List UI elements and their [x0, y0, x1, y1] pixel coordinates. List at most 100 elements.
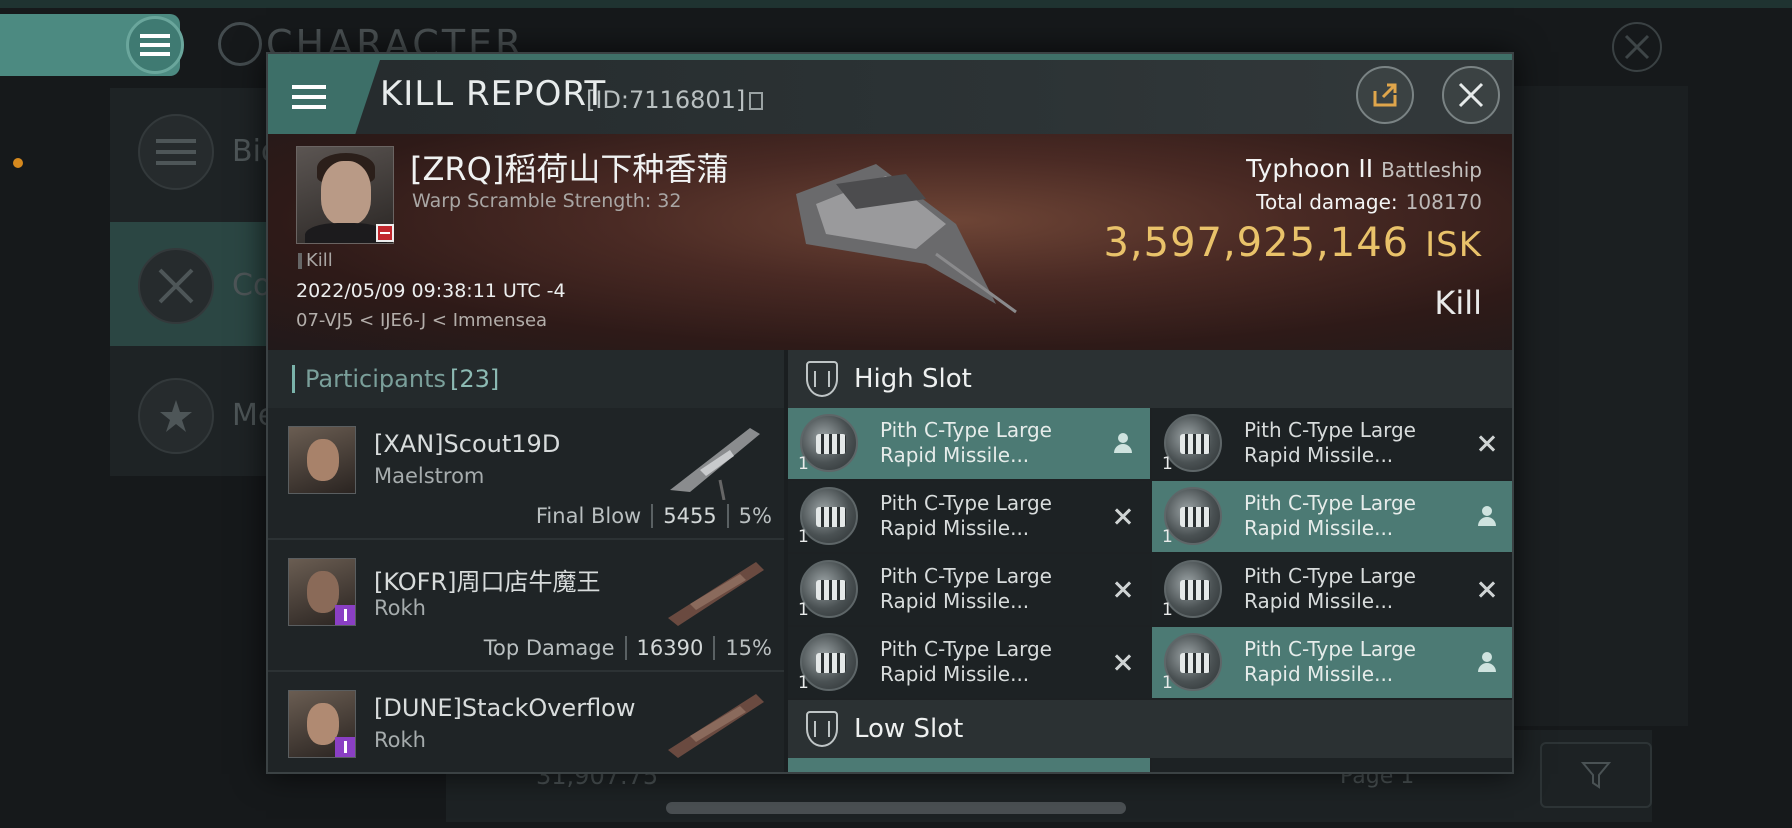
- participant-stats: Top Damage 16390 15%: [484, 636, 772, 660]
- slot-item[interactable]: [1152, 758, 1512, 772]
- slot-qty: 1: [1162, 527, 1173, 547]
- slot-item[interactable]: 1 Pith C-Type Large Rapid Missile...: [1152, 481, 1512, 552]
- fitting-panel: High Slot 1 Pith C-Type Large Rapid Missi…: [788, 350, 1512, 772]
- participant-row[interactable]: [XAN]Scout19D Maelstrom Final Blow 5455 5%: [268, 408, 784, 540]
- participant-percent: 15%: [725, 636, 772, 660]
- slot-item[interactable]: 1 Pith C-Type Large Rapid Missile...: [1152, 554, 1512, 625]
- slot-qty: 1: [1162, 454, 1173, 474]
- top-strip: [0, 0, 1792, 8]
- participants-panel: Participants [23] [XAN]Scout19D Maelstrom…: [268, 350, 784, 772]
- low-slot-icon: [806, 711, 838, 747]
- high-slot-grid: 1 Pith C-Type Large Rapid Missile... 1 Pit…: [788, 408, 1512, 698]
- filter-icon: [1581, 762, 1611, 789]
- filter-button[interactable]: [1540, 742, 1652, 808]
- victim-subtitle: Warp Scramble Strength: 32: [412, 190, 682, 212]
- scroll-indicator[interactable]: [666, 802, 1126, 814]
- modal-menu-button[interactable]: [268, 60, 380, 134]
- participant-row[interactable]: [DUNE]StackOverflow Rokh: [268, 672, 784, 772]
- isk-amount: 3,597,925,146: [1103, 220, 1410, 266]
- slot-item[interactable]: 1 Pith C-Type Large Rapid Missile...: [788, 408, 1150, 479]
- destroyed-badge-icon: [376, 224, 394, 242]
- victim-location[interactable]: 07-VJ5 < IJE6-J < Immensea: [296, 310, 547, 331]
- copy-icon[interactable]: [749, 92, 764, 110]
- app-menu-button[interactable]: [126, 16, 184, 74]
- menu-icon: [140, 34, 170, 56]
- report-id[interactable]: [ID:7116801]: [586, 86, 764, 114]
- slot-item-name: Pith C-Type Large Rapid Missile...: [1244, 637, 1416, 686]
- participants-count: [23]: [449, 365, 500, 393]
- participant-damage: 16390: [636, 636, 704, 660]
- slot-item[interactable]: 1 Pith C-Type Large Rapid Missile...: [1152, 408, 1512, 479]
- slot-item-name: Pith C-Type Large Rapid Missile...: [880, 418, 1052, 467]
- participant-ship: Rokh: [374, 728, 426, 752]
- slot-item-name: Pith C-Type Large Rapid Missile...: [1244, 564, 1416, 613]
- destroyed-icon: [1112, 578, 1134, 600]
- avatar: [288, 690, 356, 758]
- slot-qty: 1: [798, 454, 809, 474]
- destroyed-icon: [1476, 432, 1498, 454]
- participant-row[interactable]: [KOFR]周口店牛魔王 Rokh Top Damage 16390 15%: [268, 540, 784, 672]
- high-slot-header: High Slot: [788, 350, 1512, 408]
- slot-qty: 1: [798, 527, 809, 547]
- destroyed-icon: [1476, 578, 1498, 600]
- share-button[interactable]: [1356, 66, 1414, 124]
- participant-name: [DUNE]StackOverflow: [374, 694, 636, 722]
- slot-item-name: Pith C-Type Large Rapid Missile...: [1244, 491, 1416, 540]
- info-badge-icon: [335, 737, 355, 757]
- slot-qty: 1: [1162, 673, 1173, 693]
- slot-item-name: Pith C-Type Large Rapid Missile...: [880, 637, 1052, 686]
- ship-type[interactable]: Typhoon II Battleship: [1246, 154, 1482, 183]
- slot-item[interactable]: 1 Pith C-Type Large Rapid Missile...: [1152, 627, 1512, 698]
- low-slot-header: Low Slot: [788, 700, 1512, 758]
- avatar: [288, 426, 356, 494]
- participant-name: [KOFR]周口店牛魔王: [374, 568, 601, 596]
- share-icon: [1373, 83, 1397, 107]
- slot-qty: 1: [1162, 600, 1173, 620]
- participant-ship: Maelstrom: [374, 464, 485, 488]
- close-icon: [1624, 34, 1650, 60]
- kill-report-modal: KILL REPORT [ID:7116801] [ZRQ]稻荷山下种香蒲 Wa…: [266, 52, 1514, 774]
- slot-item[interactable]: 1 Pith C-Type Large Rapid Missile...: [788, 481, 1150, 552]
- victim-banner: [ZRQ]稻荷山下种香蒲 Warp Scramble Strength: 32 …: [268, 134, 1512, 350]
- slot-item[interactable]: 1 Pith C-Type Large Rapid Missile...: [788, 554, 1150, 625]
- participant-percent: 5%: [738, 504, 772, 528]
- participants-header: Participants [23]: [268, 350, 784, 408]
- high-slot-label: High Slot: [854, 364, 972, 394]
- isk-value: 3,597,925,146 ISK: [1103, 220, 1482, 266]
- slot-item[interactable]: 1 Pith C-Type Large Rapid Missile...: [788, 627, 1150, 698]
- participant-ship-image: [668, 562, 764, 626]
- slot-item-name: Pith C-Type Large Rapid Missile...: [880, 491, 1052, 540]
- background-close-button[interactable]: [1612, 22, 1662, 72]
- participant-damage: 5455: [663, 504, 717, 528]
- victim-name[interactable]: [ZRQ]稻荷山下种香蒲: [410, 144, 728, 190]
- vitruvian-icon: [218, 22, 262, 66]
- menu-icon: [292, 85, 326, 109]
- dropped-icon: [1112, 432, 1134, 454]
- destroyed-icon: [1112, 505, 1134, 527]
- participant-stats: Final Blow 5455 5%: [536, 504, 772, 528]
- low-slot-label: Low Slot: [854, 714, 964, 744]
- slot-item-name: Pith C-Type Large Rapid Missile...: [880, 564, 1052, 613]
- participant-ship: Rokh: [374, 596, 426, 620]
- participant-name: [XAN]Scout19D: [374, 430, 561, 458]
- total-damage: Total damage: 108170: [1256, 190, 1482, 214]
- ship-image: [796, 164, 1017, 314]
- modal-title: KILL REPORT: [380, 74, 607, 114]
- participant-ship-image: [670, 428, 760, 500]
- destroyed-icon: [1112, 651, 1134, 673]
- victim-tag: Kill: [298, 250, 333, 271]
- participant-ship-image: [668, 694, 764, 758]
- isk-unit: ISK: [1425, 225, 1482, 265]
- star-icon: [138, 378, 214, 454]
- participant-role: Final Blow: [535, 504, 642, 528]
- slot-item[interactable]: [788, 758, 1150, 772]
- dropped-icon: [1476, 505, 1498, 527]
- crossed-swords-icon: [138, 248, 214, 324]
- slot-item-name: Pith C-Type Large Rapid Missile...: [1244, 418, 1416, 467]
- list-icon: [138, 114, 214, 190]
- kill-result: Kill: [1434, 284, 1482, 322]
- close-button[interactable]: [1442, 66, 1500, 124]
- ship-class: Battleship: [1381, 158, 1482, 182]
- avatar: [288, 558, 356, 626]
- ship-name: Typhoon II: [1246, 154, 1374, 183]
